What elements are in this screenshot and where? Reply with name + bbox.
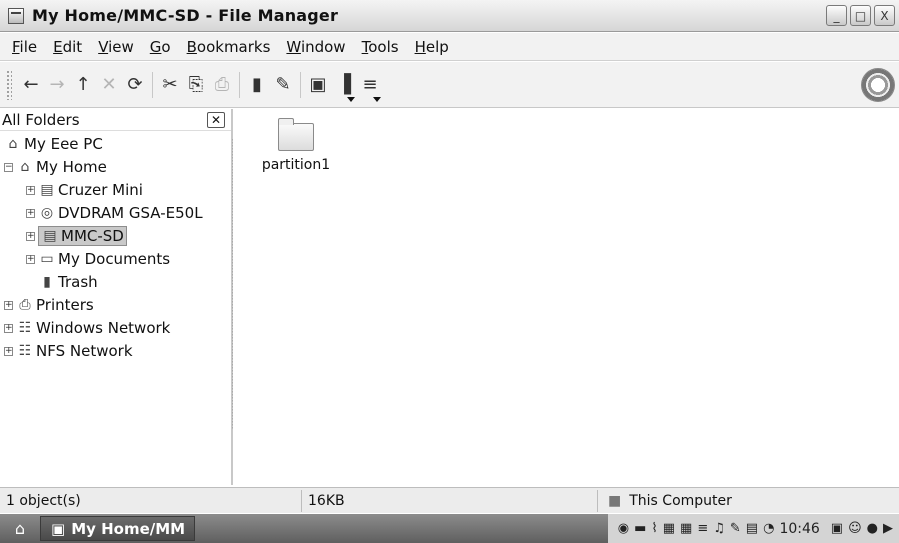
reload-icon[interactable]: ⟳	[122, 70, 148, 100]
keyboard-icon[interactable]: ≡	[697, 521, 708, 536]
list-view-icon[interactable]: ≡	[357, 70, 383, 102]
tree-item-trash[interactable]: ▮ Trash	[38, 271, 98, 293]
tree-item-my-documents[interactable]: + ▭ My Documents	[26, 248, 170, 270]
back-icon[interactable]: ←	[18, 70, 44, 100]
power-icon[interactable]: ●	[867, 521, 878, 536]
menu-bar: File Edit View Go Bookmarks Window Tools…	[0, 33, 899, 61]
copy-icon[interactable]: ⎘	[183, 70, 209, 100]
home-icon[interactable]: ⌂	[0, 514, 40, 543]
clock-icon: ◔	[763, 521, 775, 536]
usb-icon[interactable]: ▤	[746, 521, 758, 536]
menu-window[interactable]: Window	[278, 38, 353, 56]
file-view[interactable]: partition1	[236, 109, 899, 485]
toolbar-grip[interactable]	[6, 69, 12, 100]
tree-item-dvdram[interactable]: + ◎ DVDRAM GSA-E50L	[26, 202, 203, 224]
properties-icon[interactable]: ✎	[270, 70, 296, 100]
printer-icon: ⎙	[19, 297, 31, 313]
expand-icon[interactable]: +	[26, 254, 35, 264]
up-icon[interactable]: ↑	[70, 70, 96, 100]
folder-icon: ▭	[40, 251, 54, 267]
tree-item-printers[interactable]: + ⎙ Printers	[4, 294, 94, 316]
paste-icon[interactable]: ⎙	[209, 70, 235, 100]
toolbar-separator	[239, 71, 240, 98]
expand-icon[interactable]: +	[26, 208, 35, 218]
tree-item-my-eee-pc[interactable]: ⌂ My Eee PC	[4, 133, 103, 155]
expand-icon[interactable]: +	[26, 231, 35, 241]
clock-time[interactable]: 10:46	[779, 521, 819, 537]
usb-drive-icon: ▤	[40, 182, 54, 198]
trash-icon: ▮	[43, 274, 51, 290]
menu-help[interactable]: Help	[407, 38, 457, 56]
file-item-partition1[interactable]: partition1	[256, 118, 336, 173]
toolbar-separator	[300, 71, 301, 98]
volume-icon[interactable]: ♫	[713, 521, 725, 536]
smiley-icon[interactable]: ☺	[848, 521, 862, 536]
menu-bookmarks[interactable]: Bookmarks	[179, 38, 279, 56]
network-icon: ☷	[18, 343, 32, 359]
folder-panel-header: All Folders ✕	[0, 109, 231, 131]
file-label: partition1	[261, 157, 331, 173]
menu-edit[interactable]: Edit	[45, 38, 90, 56]
toolbar: ← → ↑ ✕ ⟳ ✂ ⎘ ⎙ ▮ ✎ ▣ ▐ ≡	[0, 62, 899, 108]
tree-item-windows-network[interactable]: + ☷ Windows Network	[4, 317, 170, 339]
folder-panel-title: All Folders	[2, 110, 80, 129]
tree-item-cruzer-mini[interactable]: + ▤ Cruzer Mini	[26, 179, 143, 201]
title-bar: My Home/MMC-SD - File Manager _ □ X	[0, 0, 899, 32]
status-size: 16KB	[302, 489, 598, 512]
toolbar-separator	[152, 71, 153, 98]
expand-icon[interactable]: +	[26, 185, 35, 195]
tray-app-icon[interactable]: ▦	[680, 521, 692, 536]
network-icon: ☷	[18, 320, 32, 336]
sd-card-icon: ▤	[43, 228, 57, 244]
folder-tree-panel: All Folders ✕ ⌂ My Eee PC − ⌂ My Home + …	[0, 109, 233, 485]
system-tray: ◉ ▬ ⌇ ▦ ▦ ≡ ♫ ✎ ▤ ◔ 10:46 ▣ ☺ ● ▶	[607, 514, 899, 543]
menu-view[interactable]: View	[90, 38, 142, 56]
collapse-icon[interactable]: −	[4, 162, 13, 172]
activity-spinner-icon	[861, 68, 895, 102]
forward-icon[interactable]: →	[44, 70, 70, 100]
battery-icon[interactable]: ▬	[634, 521, 646, 536]
close-button[interactable]: X	[874, 5, 895, 26]
folder-icon	[278, 118, 314, 151]
panel-resize-handle[interactable]	[232, 139, 233, 429]
trash-icon[interactable]: ▮	[244, 70, 270, 100]
window-menu-icon[interactable]	[8, 7, 24, 24]
tree-item-my-home[interactable]: − ⌂ My Home	[4, 156, 107, 178]
taskbar: ⌂ ▣ My Home/MM ◉ ▬ ⌇ ▦ ▦ ≡ ♫ ✎ ▤ ◔ 10:46…	[0, 514, 899, 543]
expand-icon[interactable]: +	[4, 346, 13, 356]
menu-file[interactable]: File	[4, 38, 45, 56]
home-icon: ⌂	[20, 159, 30, 175]
pen-icon[interactable]: ✎	[730, 521, 741, 536]
menu-go[interactable]: Go	[142, 38, 179, 56]
status-object-count: 1 object(s)	[0, 489, 302, 512]
desktop-icon[interactable]: ▣	[831, 521, 843, 536]
network-status-icon[interactable]: ◉	[618, 521, 629, 536]
icon-view-icon[interactable]: ▣	[305, 70, 331, 100]
optical-drive-icon: ◎	[40, 205, 54, 221]
tree-item-nfs-network[interactable]: + ☷ NFS Network	[4, 340, 133, 362]
minimize-button[interactable]: _	[826, 5, 847, 26]
expand-icon[interactable]: +	[4, 323, 13, 333]
computer-icon: ■	[608, 492, 622, 509]
window-icon: ▣	[51, 519, 66, 538]
expand-icon[interactable]: +	[4, 300, 13, 310]
status-bar: 1 object(s) 16KB ■ This Computer	[0, 487, 899, 513]
wifi-icon[interactable]: ⌇	[651, 521, 657, 536]
selected-tree-item: ▤ MMC-SD	[38, 226, 127, 246]
close-panel-icon[interactable]: ✕	[207, 111, 225, 128]
tree-item-mmc-sd[interactable]: + ▤ MMC-SD	[26, 225, 127, 247]
taskbar-window-button[interactable]: ▣ My Home/MM	[40, 516, 195, 541]
tray-app-icon[interactable]: ▦	[663, 521, 675, 536]
maximize-button[interactable]: □	[850, 5, 871, 26]
stop-icon[interactable]: ✕	[96, 70, 122, 100]
arrow-right-icon[interactable]: ▶	[883, 521, 893, 536]
computer-icon: ⌂	[8, 136, 18, 152]
menu-tools[interactable]: Tools	[354, 38, 407, 56]
detail-view-icon[interactable]: ▐	[331, 70, 357, 102]
window-title: My Home/MMC-SD - File Manager	[32, 6, 339, 25]
window-controls: _ □ X	[826, 5, 895, 26]
status-location: ■ This Computer	[608, 492, 732, 509]
cut-icon[interactable]: ✂	[157, 70, 183, 100]
